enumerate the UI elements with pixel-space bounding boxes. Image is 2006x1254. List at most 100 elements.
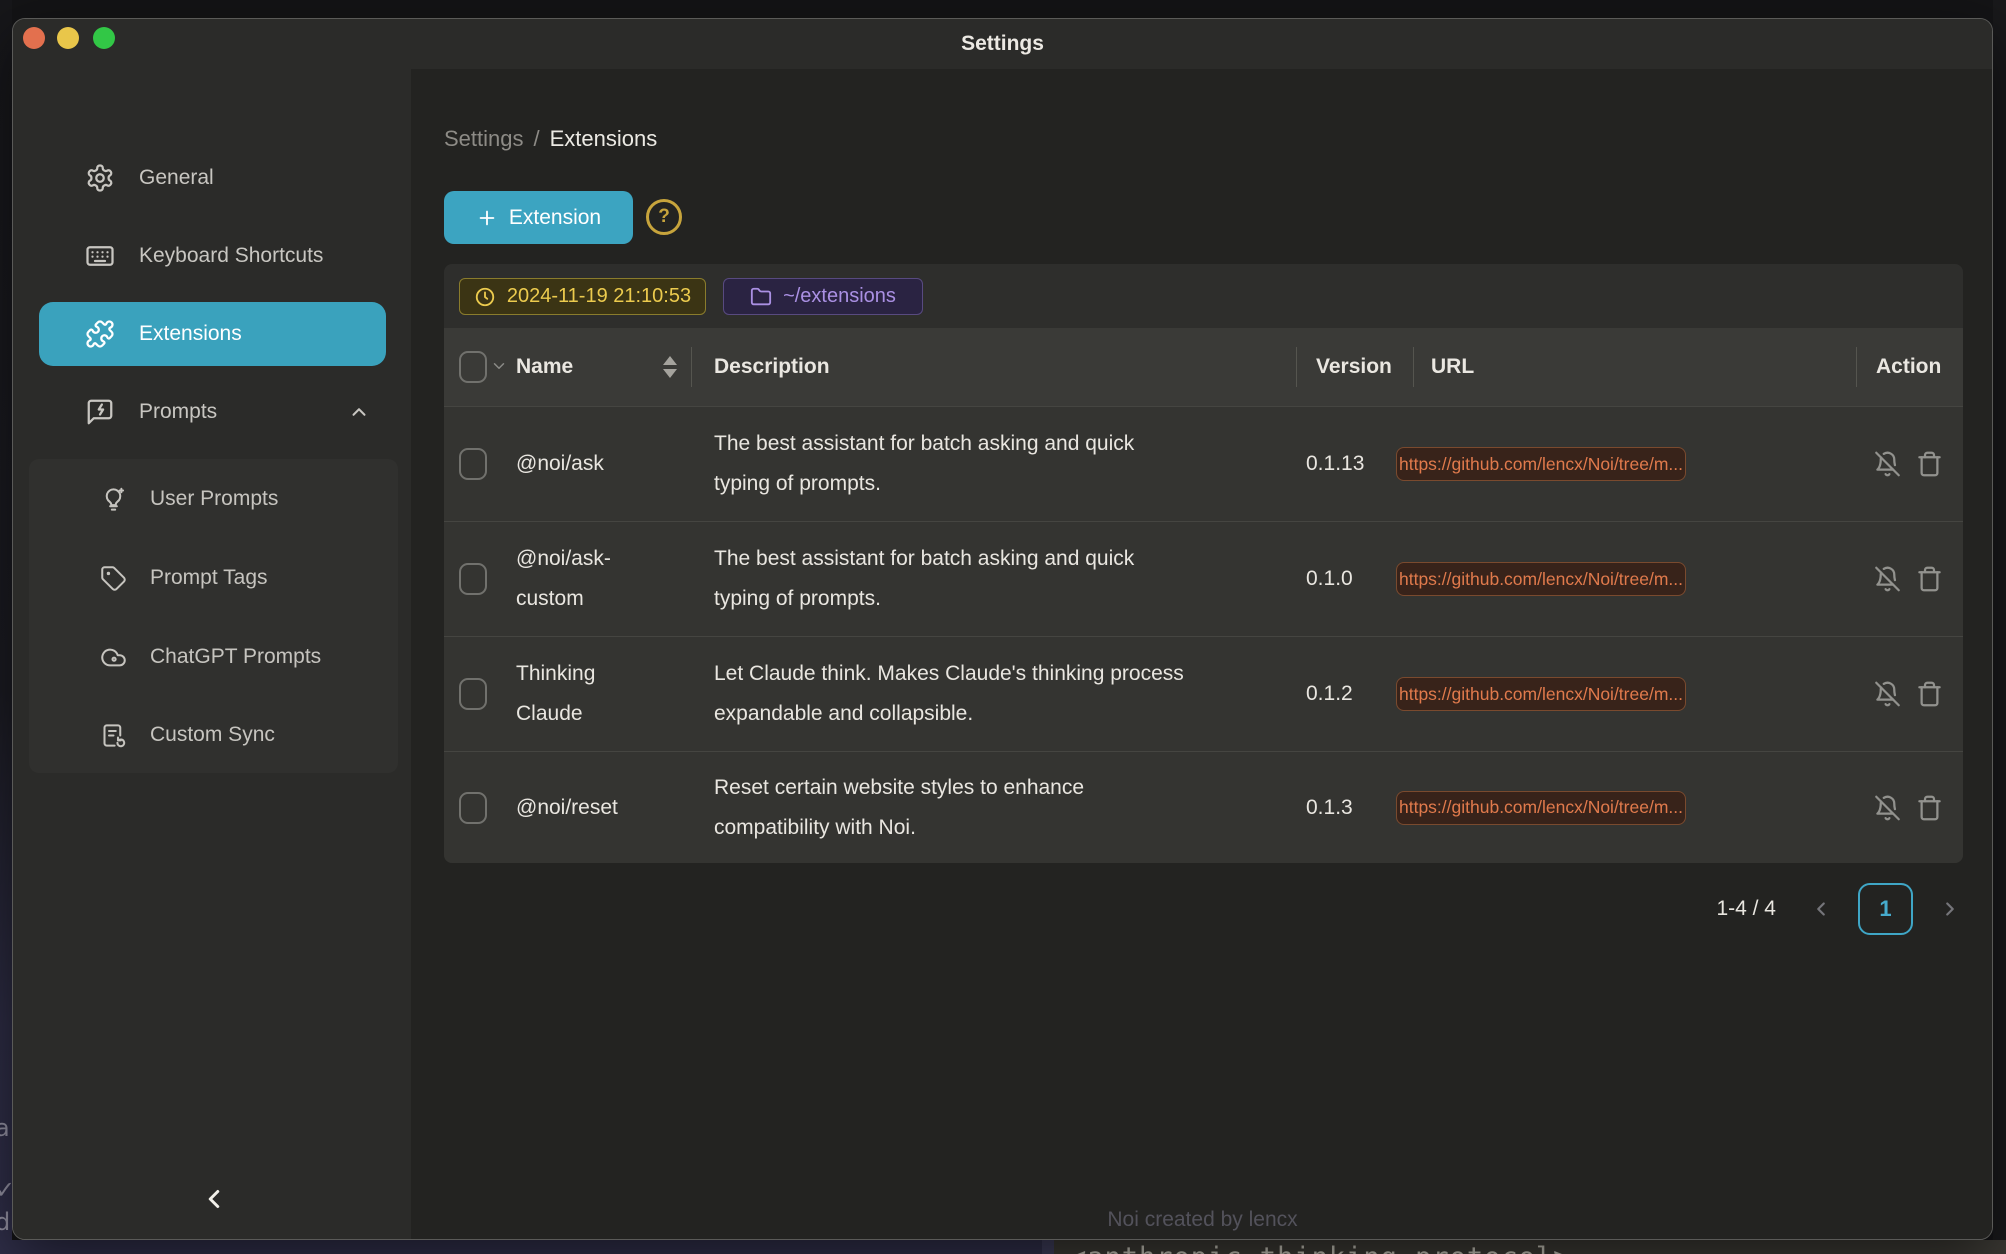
header-divider (1856, 347, 1857, 387)
previous-page-button[interactable] (1810, 898, 1832, 920)
trash-icon[interactable] (1916, 451, 1943, 478)
sort-icons[interactable] (663, 356, 677, 378)
extension-description: Let Claude think. Makes Claude's thinkin… (714, 654, 1254, 734)
column-header-description[interactable]: Description (714, 328, 830, 406)
extension-description: The best assistant for batch asking and … (714, 539, 1254, 619)
column-header-name[interactable]: Name (516, 328, 573, 406)
keyboard-icon (85, 241, 115, 271)
lightbulb-sparkle-icon (100, 486, 127, 513)
page-number-button[interactable]: 1 (1858, 883, 1913, 935)
trash-icon[interactable] (1916, 794, 1943, 821)
column-header-version[interactable]: Version (1316, 328, 1392, 406)
chevron-left-icon (199, 1184, 229, 1214)
header-divider (1296, 347, 1297, 387)
row-checkbox[interactable] (459, 678, 487, 710)
underlying-divider (1042, 1240, 1054, 1254)
table-header: Name Description Version URL Action (444, 328, 1963, 406)
extension-name: @noi/reset (516, 788, 651, 828)
extension-url-link[interactable]: https://github.com/lencx/Noi/tree/m... (1396, 447, 1686, 481)
header-divider (691, 347, 692, 387)
cloud-icon (100, 644, 127, 671)
add-extension-button[interactable]: Extension (444, 191, 633, 244)
header-divider (1413, 347, 1414, 387)
column-header-action[interactable]: Action (1876, 328, 1941, 406)
chevron-up-icon[interactable] (348, 401, 370, 423)
sidebar-item-prompts[interactable]: Prompts (39, 380, 386, 444)
footer-credit: Noi created by lencx (411, 1208, 1993, 1232)
folder-icon (750, 286, 772, 308)
sidebar-item-label: ChatGPT Prompts (150, 645, 321, 669)
sidebar: General Keyboard Shortcuts Extensions Pr… (13, 69, 411, 1240)
sidebar-item-prompt-tags[interactable]: Prompt Tags (29, 546, 398, 610)
add-extension-label: Extension (509, 206, 601, 230)
message-bolt-icon (85, 397, 115, 427)
sidebar-item-custom-sync[interactable]: Custom Sync (29, 703, 398, 767)
underlying-window-bottom-strip: <anthropic_thinking_protocol> (0, 1240, 2006, 1254)
titlebar[interactable]: Settings (13, 19, 1992, 69)
extension-url-link[interactable]: https://github.com/lencx/Noi/tree/m... (1396, 677, 1686, 711)
sidebar-item-extensions[interactable]: Extensions (39, 302, 386, 366)
bell-off-icon[interactable] (1874, 794, 1901, 821)
trash-icon[interactable] (1916, 681, 1943, 708)
sidebar-item-label: Custom Sync (150, 723, 275, 747)
underlying-window-left-edge: a ✓ d (0, 0, 12, 1254)
extensions-path-badge[interactable]: ~/extensions (723, 278, 923, 315)
gear-icon (85, 163, 115, 193)
timestamp-badge: 2024-11-19 21:10:53 (459, 278, 706, 315)
chevron-down-icon[interactable] (490, 357, 508, 375)
trash-icon[interactable] (1916, 566, 1943, 593)
puzzle-icon (85, 319, 115, 349)
extension-description: The best assistant for batch asking and … (714, 424, 1254, 504)
breadcrumb: Settings / Extensions (444, 126, 657, 152)
edge-glyph: ✓ (0, 1176, 12, 1204)
tag-icon (100, 565, 127, 592)
settings-window: Settings General Keyboard Shortcuts Exte… (12, 18, 1993, 1240)
extensions-path-text: ~/extensions (783, 285, 896, 308)
sidebar-item-keyboard-shortcuts[interactable]: Keyboard Shortcuts (39, 224, 386, 288)
extensions-panel: 2024-11-19 21:10:53 ~/extensions Name De… (444, 264, 1963, 863)
sidebar-item-label: Prompt Tags (150, 566, 268, 590)
bell-off-icon[interactable] (1874, 681, 1901, 708)
column-header-url[interactable]: URL (1431, 328, 1474, 406)
table-row: Thinking Claude Let Claude think. Makes … (444, 636, 1963, 751)
timestamp-text: 2024-11-19 21:10:53 (507, 285, 691, 308)
table-row: @noi/reset Reset certain website styles … (444, 751, 1963, 863)
next-page-button[interactable] (1939, 898, 1961, 920)
clock-icon (474, 286, 496, 308)
sidebar-item-general[interactable]: General (39, 146, 386, 210)
breadcrumb-separator: / (534, 126, 540, 152)
extension-name: Thinking Claude (516, 654, 651, 734)
bell-off-icon[interactable] (1874, 566, 1901, 593)
plus-icon (476, 207, 498, 229)
select-all-checkbox[interactable] (459, 351, 487, 383)
sidebar-item-label: General (139, 166, 214, 190)
row-checkbox[interactable] (459, 448, 487, 480)
breadcrumb-parent[interactable]: Settings (444, 126, 524, 152)
extension-url-link[interactable]: https://github.com/lencx/Noi/tree/m... (1396, 562, 1686, 596)
pagination: 1-4 / 4 1 (1716, 881, 1961, 937)
edge-glyph: d (0, 1208, 10, 1236)
sidebar-item-label: User Prompts (150, 487, 278, 511)
underlying-editor-strip: <anthropic_thinking_protocol> (1054, 1240, 2006, 1254)
file-sync-icon (100, 722, 127, 749)
underlying-window-right-edge (1993, 0, 2006, 1240)
sidebar-item-chatgpt-prompts[interactable]: ChatGPT Prompts (29, 625, 398, 689)
extension-version: 0.1.13 (1306, 452, 1364, 476)
collapse-sidebar-button[interactable] (192, 1177, 236, 1221)
sidebar-item-label: Prompts (139, 400, 217, 424)
table-row: @noi/ask The best assistant for batch as… (444, 406, 1963, 521)
edge-glyph: a (0, 1114, 10, 1142)
bell-off-icon[interactable] (1874, 451, 1901, 478)
main-content: Settings / Extensions Extension ? 2024-1… (411, 69, 1993, 1240)
window-title: Settings (13, 19, 1992, 69)
pagination-range: 1-4 / 4 (1716, 897, 1776, 921)
help-button[interactable]: ? (646, 199, 682, 235)
prompts-submenu: User Prompts Prompt Tags ChatGPT Prompts… (29, 459, 398, 773)
row-checkbox[interactable] (459, 563, 487, 595)
row-checkbox[interactable] (459, 792, 487, 824)
extension-url-link[interactable]: https://github.com/lencx/Noi/tree/m... (1396, 791, 1686, 825)
sidebar-item-user-prompts[interactable]: User Prompts (29, 467, 398, 531)
question-mark-icon: ? (658, 206, 670, 228)
extension-description: Reset certain website styles to enhance … (714, 768, 1254, 848)
breadcrumb-current: Extensions (550, 126, 658, 152)
